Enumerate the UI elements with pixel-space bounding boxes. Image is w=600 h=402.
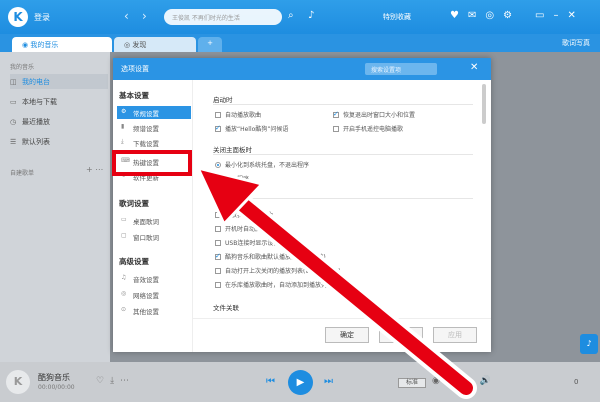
divider — [213, 104, 473, 105]
settings-nav: 基本设置 ⚙ 常规设置 ▮ 频谱设置 ⤓ 下载设置 ⌨ 热键设置 ↻ 软件更新 歌词设置 … — [113, 80, 193, 352]
opt-default-player[interactable]: 酷狗音乐和歌曲默认播放器(音乐播放) — [215, 252, 326, 261]
main-tabs: ◉ 我的音乐 ◎ 发现 + 歌词写真 — [0, 34, 600, 52]
song-action-icons[interactable]: ♡⤓⋯ — [96, 376, 135, 386]
settings-icon: ⚙ — [121, 108, 127, 115]
tab-discover[interactable]: ◎ 发现 — [114, 37, 196, 52]
divider — [213, 154, 473, 155]
settings-dialog: 选项设置 搜索设置项 ✕ 基本设置 ⚙ 常规设置 ▮ 频谱设置 ⤓ 下载设置 ⌨ 热键设… — [113, 58, 491, 352]
lyric-photo-tab[interactable]: 歌词写真 — [562, 38, 590, 48]
opt-exit-program[interactable]: 退出程序 — [215, 174, 249, 183]
prev-icon[interactable]: ⏮ — [266, 376, 275, 387]
nav-item-window-lyric[interactable]: ▢ 窗口歌词 — [117, 230, 191, 243]
sidebar-item-recent[interactable]: ◷ 最近播放 — [10, 114, 108, 129]
back-arrow-icon[interactable]: ‹ — [124, 9, 129, 23]
album-cover[interactable]: K — [6, 370, 30, 394]
play-button[interactable]: ▶ — [288, 370, 313, 395]
sidebar-item-default[interactable]: ☰ 默认列表 — [10, 134, 108, 149]
nav-item-general[interactable]: ⚙ 常规设置 — [117, 106, 191, 119]
close-title: 关闭主面板时 — [213, 146, 252, 154]
quality-button[interactable]: 标准 — [398, 378, 426, 388]
window-controls[interactable]: ▭–✕ — [535, 10, 585, 21]
download-icon: ⤓ — [121, 138, 124, 145]
volume-icon: ♫ — [121, 274, 127, 281]
dialog-header: 选项设置 搜索设置项 ✕ — [113, 58, 491, 80]
opt-hello-greeting[interactable]: 播放“Hello酷狗”问候语 — [215, 124, 288, 133]
nav-item-sound[interactable]: ♫ 音效设置 — [117, 272, 191, 285]
network-icon: ◎ — [121, 290, 127, 297]
nav-item-network[interactable]: ◎ 网络设置 — [117, 288, 191, 301]
clock-icon: ◷ — [10, 118, 17, 126]
skin-label[interactable]: 特别收藏 — [383, 12, 411, 22]
dialog-footer: 确定 取消 应用 — [193, 318, 491, 352]
opt-usb-tip[interactable]: USB连接时显示设备接入提示 — [215, 238, 303, 247]
kugou-logo: K — [8, 7, 28, 27]
float-lyric-button[interactable]: ♪ — [580, 334, 598, 354]
player-bar: K 酷狗音乐 00:00/00:00 ♡⤓⋯ ⏮ ▶ ⏭ 标准 ◉⇆♫🔊 0 — [0, 362, 600, 402]
sidebar: 我的音乐 ◫ 我的电台 ▭ 本地与下载 ◷ 最近播放 ☰ 默认列表 自建歌单 + ⋯ — [0, 52, 110, 362]
mic-icon[interactable]: ♪ — [308, 10, 314, 21]
other-icon: ⊙ — [121, 306, 127, 313]
opt-play-favorites[interactable]: 播放我喜欢的歌曲 — [215, 210, 273, 219]
nav-item-spectrum[interactable]: ▮ 频谱设置 — [117, 121, 191, 134]
annotation-highlight-box — [112, 150, 192, 176]
playlist-title: 自建歌单 — [10, 170, 35, 177]
nav-lyric-title: 歌词设置 — [119, 199, 149, 208]
playlist-count[interactable]: 0 — [574, 378, 578, 386]
radio-icon: ◫ — [10, 78, 17, 86]
song-time: 00:00/00:00 — [38, 384, 75, 391]
opt-minimize-tray[interactable]: 最小化到系统托盘，不退出程序 — [215, 160, 309, 169]
file-assoc-title: 文件关联 — [213, 304, 239, 312]
close-icon[interactable]: ✕ — [470, 62, 478, 73]
sidebar-item-local[interactable]: ▭ 本地与下载 — [10, 94, 108, 109]
tab-my-music[interactable]: ◉ 我的音乐 — [12, 37, 112, 52]
title-bar: K 登录 ‹ › 王俊凯 不再们时光的生活 ⌕ ♪ 特别收藏 ♥✉◎⚙ ▭–✕ — [0, 0, 600, 34]
scrollbar[interactable] — [482, 84, 486, 124]
forward-arrow-icon[interactable]: › — [142, 9, 147, 23]
search-icon[interactable]: ⌕ — [288, 10, 294, 21]
search-input[interactable]: 王俊凯 不再们时光的生活 — [164, 9, 282, 25]
apply-button[interactable]: 应用 — [433, 327, 477, 343]
dialog-title: 选项设置 — [121, 65, 149, 73]
player-right-icons[interactable]: ◉⇆♫🔊 — [432, 376, 499, 386]
download-icon: ▭ — [10, 98, 17, 106]
nav-advanced-title: 高级设置 — [119, 257, 149, 266]
nav-item-desktop-lyric[interactable]: ▭ 桌面歌词 — [117, 214, 191, 227]
desktop-icon: ▭ — [121, 216, 127, 223]
settings-content: 启动时 自动播放歌曲 恢复退出时窗口大小和位置 播放“Hello酷狗”问候语 开… — [203, 86, 481, 314]
ok-button[interactable]: 确定 — [325, 327, 369, 343]
sidebar-section-title: 我的音乐 — [10, 64, 35, 71]
opt-reopen-list[interactable]: 自动打开上次关闭的播放列表(Win10 有效) — [215, 266, 341, 275]
add-tab-button[interactable]: + — [198, 37, 222, 52]
window-icon: ▢ — [121, 232, 127, 239]
login-link[interactable]: 登录 — [34, 12, 50, 23]
opt-autoplay[interactable]: 自动播放歌曲 — [215, 110, 261, 119]
opt-restore-window[interactable]: 恢复退出时窗口大小和位置 — [333, 110, 415, 119]
opt-phone-remote[interactable]: 开启手机遥控电脑播歌 — [333, 124, 403, 133]
nav-basic-title: 基本设置 — [119, 91, 149, 100]
startup-title: 启动时 — [213, 96, 233, 104]
toolbar-icons[interactable]: ♥✉◎⚙ — [450, 10, 521, 21]
settings-search-input[interactable]: 搜索设置项 — [365, 63, 437, 75]
sidebar-item-radio[interactable]: ◫ 我的电台 — [10, 74, 108, 89]
song-title: 酷狗音乐 — [38, 373, 70, 382]
divider — [213, 198, 473, 199]
next-icon[interactable]: ⏭ — [324, 376, 333, 387]
nav-item-download[interactable]: ⤓ 下载设置 — [117, 136, 191, 149]
nav-item-other[interactable]: ⊙ 其他设置 — [117, 304, 191, 317]
add-playlist-icon[interactable]: + ⋯ — [86, 165, 103, 174]
bars-icon: ▮ — [121, 123, 125, 130]
opt-auto-add[interactable]: 在乐库播放歌曲时，自动添加到播放列表 — [215, 280, 333, 289]
cancel-button[interactable]: 取消 — [379, 327, 423, 343]
opt-auto-start[interactable]: 开机时自动启动 — [215, 224, 267, 233]
list-icon: ☰ — [10, 138, 17, 146]
